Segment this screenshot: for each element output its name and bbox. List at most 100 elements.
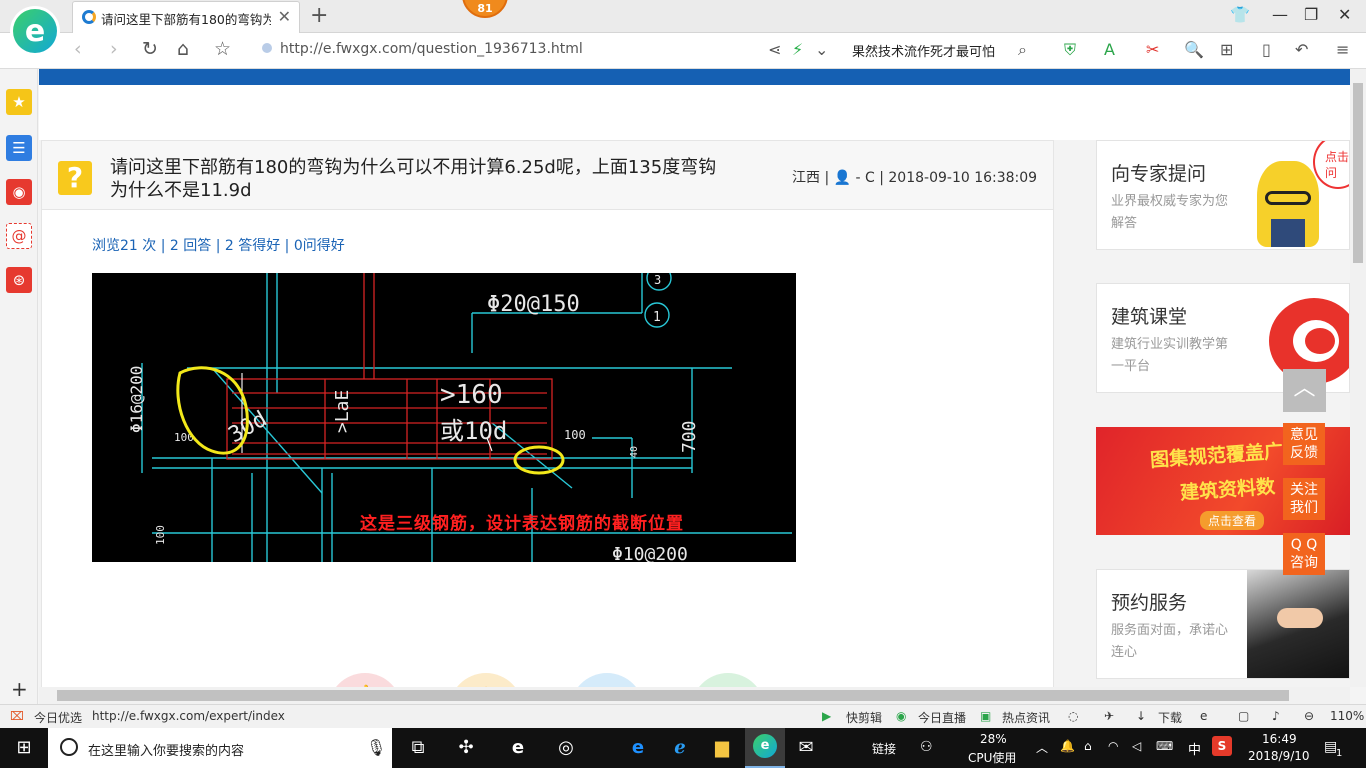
magnifier-tool-icon[interactable]: 🔍: [1184, 40, 1204, 59]
game-icon[interactable]: ⊛: [6, 267, 32, 293]
skin-icon[interactable]: 👕: [1230, 5, 1250, 24]
clock-date[interactable]: 2018/9/10: [1248, 749, 1310, 763]
feedback-button[interactable]: 意见反馈: [1283, 423, 1325, 465]
like-button[interactable]: 👍 0: [328, 673, 402, 687]
people-icon[interactable]: ⚇: [920, 739, 933, 755]
edge-taskbar-icon[interactable]: e: [624, 734, 652, 762]
tab-close-icon[interactable]: ✕: [278, 7, 291, 26]
menu-icon[interactable]: ≡: [1336, 40, 1349, 59]
live-link[interactable]: 今日直播: [918, 709, 966, 726]
active-browser-task[interactable]: e: [745, 728, 785, 768]
question-stats[interactable]: 浏览21 次 | 2 回答 | 2 答得好 | 0问得好: [92, 235, 345, 255]
reader-mode-icon[interactable]: ▯: [1262, 40, 1271, 59]
ask-expert-subtitle: 业界最权威专家为您解答: [1111, 194, 1229, 231]
favorite-button[interactable]: ☆ 0: [449, 673, 523, 687]
undo-icon[interactable]: ↶: [1295, 40, 1308, 59]
pin-icon[interactable]: ✈: [1104, 709, 1114, 723]
back-to-top-button[interactable]: ︿: [1283, 369, 1326, 412]
share-icon[interactable]: ⋖: [768, 40, 781, 59]
url-field[interactable]: http://e.fwxgx.com/question_1936713.html: [262, 41, 583, 57]
cad-drawing-image[interactable]: Φ20@150 3 1 Φ16@200 >LaE 30d >160 或10d 1…: [92, 273, 796, 562]
reading-list-icon[interactable]: ☰: [6, 135, 32, 161]
spiral-app-icon[interactable]: ◎: [552, 734, 580, 762]
gift-icon: ⌧: [10, 709, 24, 723]
forward-button[interactable]: ›: [110, 38, 118, 60]
download-link[interactable]: 下载: [1158, 709, 1182, 726]
live-icon: ◉: [896, 709, 907, 723]
apps-grid-icon[interactable]: ⊞: [1220, 40, 1233, 59]
speed-icon[interactable]: ◌: [1068, 709, 1078, 723]
translate-icon[interactable]: A: [1104, 40, 1115, 59]
cpu-label: CPU使用: [968, 751, 1017, 765]
zoom-out-icon[interactable]: ⊖: [1304, 709, 1314, 723]
volume-icon[interactable]: ♪: [1272, 709, 1280, 723]
weibo-icon[interactable]: ◉: [6, 179, 32, 205]
hot-news-link[interactable]: 热点资讯: [1002, 709, 1050, 726]
vertical-scrollbar[interactable]: [1350, 69, 1366, 687]
minimize-button[interactable]: —: [1272, 5, 1288, 24]
microphone-icon[interactable]: 🎙: [366, 738, 386, 757]
ie-taskbar-icon[interactable]: ℯ: [666, 734, 694, 762]
network-icon[interactable]: ⌂: [1084, 739, 1092, 753]
window-icon[interactable]: ▢: [1238, 709, 1249, 723]
security-icon: [262, 43, 272, 53]
share-button[interactable]: ⇗ 0: [570, 673, 644, 687]
horizontal-scrollbar[interactable]: [39, 687, 1350, 704]
keyboard-icon[interactable]: ⌨: [1156, 739, 1173, 753]
notification-badge[interactable]: 81: [462, 0, 508, 18]
windows-start-icon[interactable]: ⊞: [10, 734, 38, 762]
qq-consult-button[interactable]: Q Q咨询: [1283, 533, 1325, 575]
url-text: http://e.fwxgx.com/question_1936713.html: [280, 41, 583, 57]
booking-box[interactable]: 预约服务 服务面对面，承诺心连心: [1096, 569, 1350, 679]
quickclip-link[interactable]: 快剪辑: [846, 709, 882, 726]
quickclip-icon: ▶: [822, 709, 832, 723]
edge-browser-icon[interactable]: e: [504, 734, 532, 762]
browser-tab[interactable]: 请问这里下部筋有180的弯钩为什 ✕: [72, 1, 300, 33]
tray-expand-icon[interactable]: ︿: [1036, 739, 1048, 756]
cad-label-or10d: 或10d: [440, 417, 507, 445]
restore-button[interactable]: ❐: [1304, 5, 1318, 24]
cad-caption: 这是三级钢筋，设计表达钢筋的截断位置: [360, 514, 684, 534]
wifi-icon[interactable]: ◠: [1108, 739, 1118, 753]
ask-expert-box[interactable]: 向专家提问 业界最权威专家为您解答 点击提问: [1096, 140, 1350, 250]
link-label[interactable]: 链接: [872, 740, 896, 757]
speaker-icon[interactable]: ◁: [1132, 739, 1141, 753]
search-icon[interactable]: ⌕: [1018, 40, 1027, 60]
question-header: ? 请问这里下部筋有180的弯钩为什么可以不用计算6.25d呢，上面135度弯钩…: [42, 141, 1053, 210]
task-view-icon[interactable]: ⧉: [404, 734, 432, 762]
today-picks-link[interactable]: 今日优选: [34, 709, 82, 726]
refresh-button[interactable]: ↻: [142, 38, 158, 60]
browser-logo[interactable]: e: [10, 6, 60, 56]
taskbar-search[interactable]: 在这里输入你要搜索的内容 🎙: [48, 728, 392, 768]
follow-us-button[interactable]: 关注我们: [1283, 478, 1325, 520]
lightning-icon[interactable]: ⚡: [792, 40, 803, 59]
promo-view-button[interactable]: 点击查看: [1200, 511, 1265, 530]
favorites-star-icon[interactable]: ★: [6, 89, 32, 115]
new-tab-button[interactable]: +: [310, 3, 328, 28]
ie-mode-icon[interactable]: e: [1200, 709, 1207, 723]
close-window-button[interactable]: ✕: [1338, 5, 1351, 24]
dropdown-chevron-icon[interactable]: ⌄: [815, 40, 828, 59]
back-button[interactable]: ‹: [74, 38, 82, 60]
report-button[interactable]: ⚠: [691, 673, 765, 687]
clock-time[interactable]: 16:49: [1262, 732, 1297, 746]
scissors-icon[interactable]: ✂: [1146, 40, 1159, 59]
search-input[interactable]: 果然技术流作死才最可怕: [852, 41, 995, 60]
add-sidebar-item-button[interactable]: +: [11, 677, 28, 701]
taskbar-search-text: 在这里输入你要搜索的内容: [88, 744, 245, 759]
bookmark-star-button[interactable]: ☆: [214, 38, 231, 60]
email-icon[interactable]: @: [6, 223, 32, 249]
security-shield-icon[interactable]: ⛨: [1064, 40, 1076, 60]
booking-title: 预约服务: [1111, 592, 1188, 614]
file-explorer-icon[interactable]: ▆: [708, 734, 736, 762]
notification-bell-icon[interactable]: 🔔: [1060, 739, 1075, 753]
mail-icon[interactable]: ✉: [792, 734, 820, 762]
home-button[interactable]: ⌂: [177, 38, 189, 60]
ask-bubble[interactable]: 点击提问: [1313, 141, 1349, 189]
ime-indicator[interactable]: 中: [1188, 739, 1201, 758]
cad-label-gt160: >160: [440, 380, 503, 410]
sogou-ime-icon[interactable]: S: [1212, 736, 1232, 756]
zoom-level[interactable]: 110%: [1330, 709, 1364, 723]
mascot-image: [1257, 161, 1319, 247]
fan-app-icon[interactable]: ✣: [452, 734, 480, 762]
